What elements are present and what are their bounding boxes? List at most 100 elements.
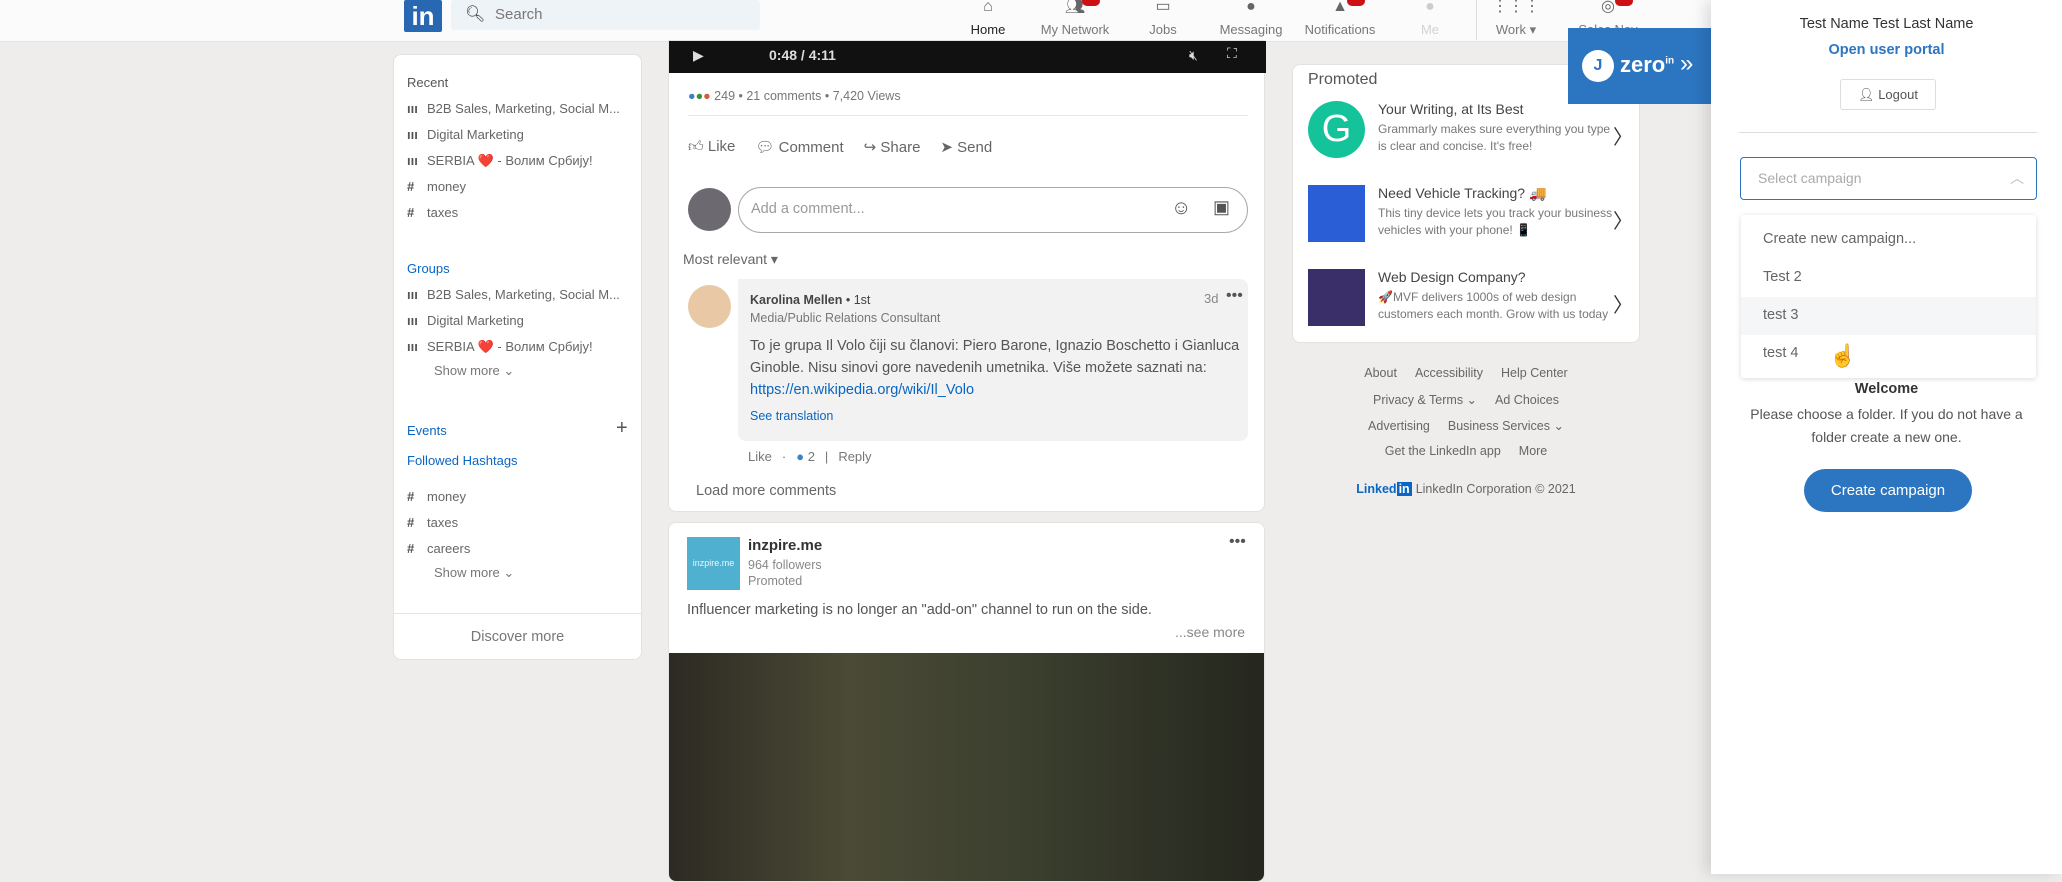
search-input[interactable]: 🔍︎ Search [451,0,760,30]
hashtag-item[interactable]: # taxes [407,515,458,530]
linkedin-logo[interactable]: in [404,0,442,32]
footer-link[interactable]: About [1364,366,1397,380]
chevron-right-icon: 〉 [1613,127,1633,149]
company-logo[interactable]: inzpire.me [687,537,740,590]
comment-time: 3d [1204,291,1219,306]
nav-my-network[interactable]: 👥︎ My Network [1030,0,1120,42]
footer-link[interactable]: More [1519,444,1547,458]
nav-label: Home [970,22,1006,37]
welcome-heading: Welcome [1854,381,1919,397]
group-item[interactable]: ııı Digital Marketing [407,313,524,328]
send-button[interactable]: ➤ Send [940,138,992,156]
share-button[interactable]: ↪ Share [864,138,921,156]
more-options-icon[interactable]: ••• [1229,533,1246,551]
chevron-right-icon: 〉 [1613,211,1633,233]
hashtags-title[interactable]: Followed Hashtags [407,453,518,468]
divider [1739,132,2037,133]
footer-link[interactable]: Advertising [1368,419,1430,433]
see-translation-link[interactable]: See translation [750,409,833,423]
load-more-comments[interactable]: Load more comments [696,483,836,499]
open-user-portal-link[interactable]: Open user portal [1828,42,1944,58]
footer-row: About Accessibility Help Center [1292,366,1640,380]
nav-work[interactable]: ⋮⋮⋮ Work ▾ [1471,0,1561,42]
post-stats[interactable]: ●●● 249 • 21 comments • 7,420 Views [688,89,901,103]
nav-me[interactable]: ● Me [1385,0,1475,42]
hashtag-item[interactable]: # money [407,489,466,504]
post-actions: 👍︎ Like 💬︎ Comment ↪ Share ➤ Send [688,138,992,156]
expand-icon[interactable]: » [1680,50,1693,78]
nav-home[interactable]: ⌂ Home [943,0,1033,42]
logout-button[interactable]: 👤︎ Logout [1840,79,1936,110]
recent-item[interactable]: # taxes [407,205,458,220]
nav-label: Jobs [1149,22,1177,37]
group-icon: ııı [407,313,418,328]
group-icon: ııı [407,153,418,168]
recent-item[interactable]: # money [407,179,466,194]
company-name[interactable]: inzpire.me [748,537,822,554]
footer-link[interactable]: Ad Choices [1495,393,1559,407]
comment-link[interactable]: https://en.wikipedia.org/wiki/Il_Volo [750,382,974,398]
add-event-icon[interactable]: + [616,417,628,440]
share-icon: ↪ [863,139,877,156]
home-icon: ⌂ [983,0,993,15]
mute-icon[interactable]: 🔇︎ [1189,47,1198,64]
emoji-icon[interactable]: ☺ [1171,197,1191,220]
comment-bubble: Karolina Mellen • 1st Media/Public Relat… [738,279,1248,441]
comment-button[interactable]: 💬︎ Comment [755,138,843,156]
footer-row: Privacy & Terms ⌄ Ad Choices [1292,392,1640,407]
nav-notifications[interactable]: ▲ Notifications [1295,0,1385,42]
video-post-card: ▶ 0:48 / 4:11 🔇︎ ⛶ ●●● 249 • 21 comments • … [668,40,1266,512]
events-title[interactable]: Events [407,423,447,438]
create-campaign-button[interactable]: Create campaign [1804,469,1972,512]
comment-like-button[interactable]: Like [748,449,772,464]
recent-item[interactable]: ııı Digital Marketing [407,127,524,142]
footer-link[interactable]: Get the LinkedIn app [1385,444,1501,458]
sort-dropdown[interactable]: Most relevant ▾ [683,251,778,268]
followers-count: 964 followers [748,558,822,572]
nav-messaging[interactable]: ● Messaging [1206,0,1296,42]
divider [688,115,1248,116]
hashtag-item[interactable]: # careers [407,541,470,556]
recent-item[interactable]: ııı B2B Sales, Marketing, Social M... [407,101,620,116]
recent-item[interactable]: ııı SERBIA ❤️ - Волим Србију! [407,153,593,169]
promoted-ads-card: Promoted G Your Writing, at Its Best Gramm… [1292,64,1640,343]
footer-link[interactable]: Accessibility [1415,366,1483,380]
group-item[interactable]: ııı SERBIA ❤️ - Волим Србију! [407,339,593,355]
groups-title[interactable]: Groups [407,261,450,276]
comment-input[interactable]: Add a comment... ☺ ▣ [738,187,1248,233]
footer-link[interactable]: Privacy & Terms ⌄ [1373,393,1477,407]
groups-show-more[interactable]: Show more ⌄ [434,363,514,379]
footer-link[interactable]: Help Center [1501,366,1568,380]
comment-likes[interactable]: ● 2 [796,449,815,464]
hashtag-icon: # [407,179,415,194]
comment-author[interactable]: Karolina Mellen [750,293,842,307]
chevron-up-icon: ︿ [2010,170,2024,186]
like-button[interactable]: 👍︎ Like [688,138,735,156]
fullscreen-icon[interactable]: ⛶ [1227,45,1237,62]
nav-label: Notifications [1304,22,1376,37]
nav-jobs[interactable]: ▭ Jobs [1118,0,1208,42]
hashtag-icon: # [407,489,415,504]
campaign-select[interactable]: Select campaign ︿ [1740,157,2037,200]
image-icon[interactable]: ▣ [1213,197,1230,218]
commenter-avatar[interactable] [688,285,731,328]
play-icon[interactable]: ▶ [693,47,704,64]
group-item[interactable]: ııı B2B Sales, Marketing, Social M... [407,287,620,302]
more-options-icon[interactable]: ••• [1226,287,1243,305]
footer-copyright: Linked in LinkedIn Corporation © 2021 [1356,482,1576,496]
campaign-option[interactable]: test 4 [1741,335,2036,373]
footer-link[interactable]: Business Services ⌄ [1448,419,1564,433]
create-new-campaign-option[interactable]: Create new campaign... [1741,221,2036,259]
zeroin-toggle-tab[interactable]: J zeroin » [1568,28,1711,104]
campaign-option[interactable]: Test 2 [1741,259,2036,297]
user-icon: 👤︎ [1858,87,1875,102]
campaign-option[interactable]: test 3 [1741,297,2036,335]
hashtags-show-more[interactable]: Show more ⌄ [434,565,514,581]
discover-more-button[interactable]: Discover more [394,613,641,660]
post-image[interactable] [669,653,1264,881]
comment-headline: Media/Public Relations Consultant [750,311,941,325]
like-reaction-icon: ● [796,449,805,464]
see-more-link[interactable]: ...see more [1175,624,1245,640]
video-player[interactable]: ▶ 0:48 / 4:11 🔇︎ ⛶ [669,41,1266,73]
reply-button[interactable]: Reply [838,449,871,464]
